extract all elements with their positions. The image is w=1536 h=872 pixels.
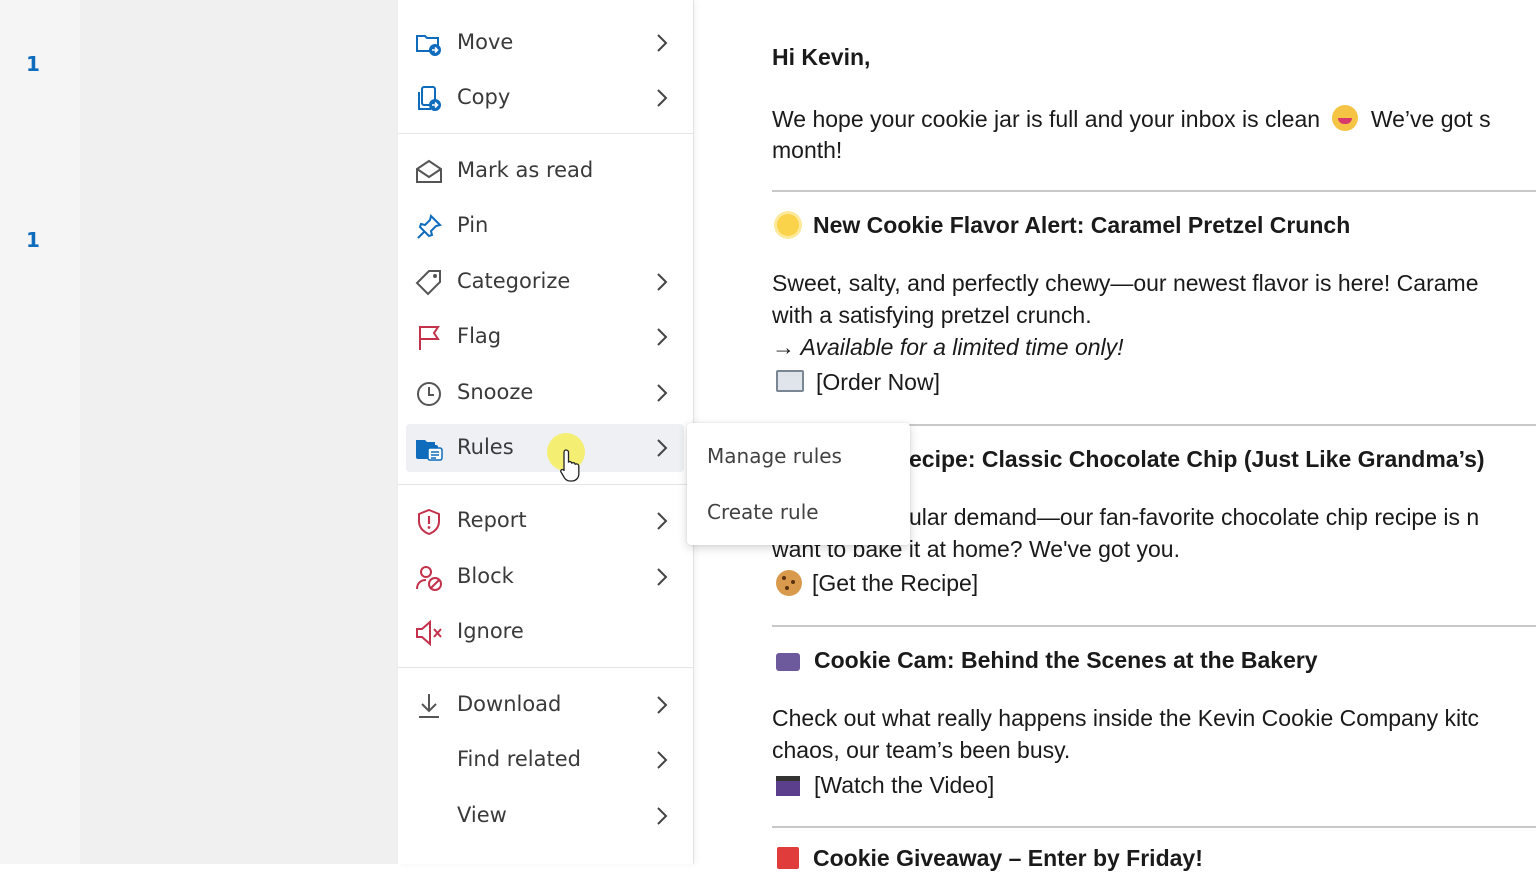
message-list <box>80 0 398 864</box>
section-title: Cookie Cam: Behind the Scenes at the Bak… <box>814 647 1318 673</box>
section-title: Cookie Giveaway – Enter by Friday! <box>813 845 1203 871</box>
menu-item-label: Move <box>457 30 514 54</box>
email-intro: We hope your cookie jar is full and your… <box>772 105 1491 133</box>
order-now-link[interactable]: [Order Now] <box>816 369 940 395</box>
menu-item-label: Mark as read <box>457 158 594 182</box>
tag-icon <box>414 268 444 298</box>
menu-item-label: Rules <box>457 435 514 459</box>
chevron-right-icon <box>657 568 668 586</box>
menu-item-flag[interactable]: Flag <box>406 313 684 361</box>
copy-icon <box>414 84 444 114</box>
mute-icon <box>414 618 444 648</box>
chevron-right-icon <box>657 439 668 457</box>
section-flavor: New Cookie Flavor Alert: Caramel Pretzel… <box>772 212 1350 239</box>
chevron-right-icon <box>657 696 668 714</box>
menu-item-pin[interactable]: Pin <box>406 202 684 250</box>
cookie-emoji-icon <box>776 570 802 596</box>
section-divider <box>772 625 1536 627</box>
menu-item-label: Report <box>457 508 527 532</box>
section-text: chaos, our team’s been busy. <box>772 737 1071 763</box>
menu-item-label: Block <box>457 564 514 588</box>
section-divider <box>772 190 1536 192</box>
gift-emoji-icon <box>777 847 799 869</box>
unread-count: 1 <box>26 52 40 76</box>
video-camera-emoji-icon <box>776 653 800 671</box>
menu-item-label: Snooze <box>457 380 534 404</box>
menu-item-label: Pin <box>457 213 489 237</box>
watch-video-link-row: [Watch the Video] <box>772 772 994 799</box>
section-divider <box>772 826 1536 828</box>
divider <box>398 133 693 134</box>
email-intro-text: We’ve got s <box>1370 106 1491 132</box>
menu-item-label: Download <box>457 692 562 716</box>
get-recipe-link[interactable]: [Get the Recipe] <box>812 570 978 596</box>
section-title: New Cookie Flavor Alert: Caramel Pretzel… <box>813 212 1351 238</box>
unread-count: 1 <box>26 228 40 252</box>
chevron-right-icon <box>657 34 668 52</box>
block-person-icon <box>414 563 444 593</box>
menu-item-label: Find related <box>457 747 581 771</box>
context-menu: Move Copy Mark as read Pin Categorize Fl… <box>398 0 694 864</box>
section-title: ecipe: Classic Chocolate Chip (Just Like… <box>909 446 1485 472</box>
menu-item-download[interactable]: Download <box>406 681 684 729</box>
sun-emoji-icon <box>777 214 799 236</box>
menu-item-rules[interactable]: Rules <box>406 424 684 472</box>
section-text: Sweet, salty, and perfectly chewy—our ne… <box>772 270 1479 296</box>
email-intro-text: We hope your cookie jar is full and your… <box>772 106 1321 132</box>
menu-item-categorize[interactable]: Categorize <box>406 258 684 306</box>
menu-item-view[interactable]: View <box>406 792 684 840</box>
section-text: with a satisfying pretzel crunch. <box>772 302 1092 328</box>
left-rail: 1 1 <box>0 0 80 864</box>
rules-submenu: Manage rules Create rule <box>687 423 910 545</box>
chevron-right-icon <box>657 807 668 825</box>
create-rule-item[interactable]: Create rule <box>707 500 819 524</box>
cart-emoji-icon <box>776 370 804 392</box>
menu-item-block[interactable]: Block <box>406 553 684 601</box>
section-cookie-cam: Cookie Cam: Behind the Scenes at the Bak… <box>772 647 1318 674</box>
flag-icon <box>414 323 444 353</box>
menu-item-label: Ignore <box>457 619 524 643</box>
menu-item-label: Flag <box>457 324 502 348</box>
chevron-right-icon <box>657 89 668 107</box>
hand-cursor-icon <box>560 449 580 482</box>
divider <box>398 484 693 485</box>
pin-icon <box>414 212 444 242</box>
manage-rules-item[interactable]: Manage rules <box>707 444 842 468</box>
shield-icon <box>414 507 444 537</box>
menu-item-move[interactable]: Move <box>406 19 684 67</box>
grin-emoji-icon <box>1332 105 1359 131</box>
menu-item-copy[interactable]: Copy <box>406 74 684 122</box>
menu-item-label: Categorize <box>457 269 571 293</box>
divider <box>398 667 693 668</box>
menu-item-mark-as-read[interactable]: Mark as read <box>406 147 684 195</box>
menu-item-report[interactable]: Report <box>406 497 684 545</box>
section-text: Check out what really happens inside the… <box>772 705 1479 731</box>
section-text: ular demand—our fan-favorite chocolate c… <box>909 504 1480 530</box>
section-giveaway: Cookie Giveaway – Enter by Friday! <box>772 845 1203 872</box>
menu-item-ignore[interactable]: Ignore <box>406 608 684 656</box>
chevron-right-icon <box>657 751 668 769</box>
email-intro-line2: month! <box>772 137 843 163</box>
watch-video-link[interactable]: [Watch the Video] <box>814 772 994 798</box>
rules-icon <box>414 434 444 464</box>
clock-icon <box>414 379 444 409</box>
order-now-link-row: [Order Now] <box>772 369 940 396</box>
envelope-open-icon <box>414 157 444 187</box>
clapper-emoji-icon <box>776 776 800 796</box>
chevron-right-icon <box>657 273 668 291</box>
chevron-right-icon <box>657 512 668 530</box>
chevron-right-icon <box>657 384 668 402</box>
section-text: → Available for a limited time only! <box>772 334 1124 360</box>
chevron-right-icon <box>657 328 668 346</box>
menu-item-label: Copy <box>457 85 511 109</box>
menu-item-snooze[interactable]: Snooze <box>406 369 684 417</box>
get-recipe-link-row: [Get the Recipe] <box>772 570 978 597</box>
menu-item-label: View <box>457 803 507 827</box>
folder-move-icon <box>414 29 444 59</box>
email-greeting: Hi Kevin, <box>772 44 871 70</box>
download-icon <box>414 691 444 721</box>
menu-item-find-related[interactable]: Find related <box>406 736 684 784</box>
